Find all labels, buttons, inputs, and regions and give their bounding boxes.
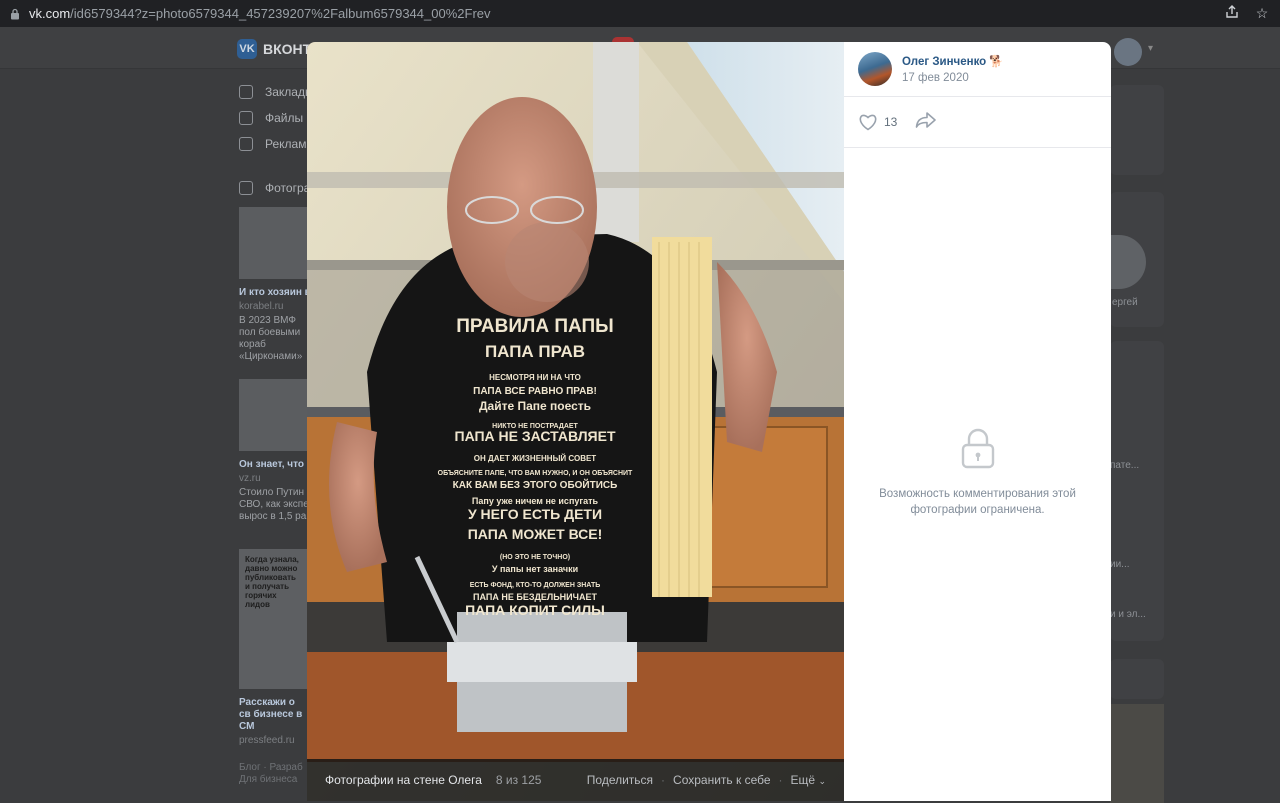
comments-restricted: Возможность комментирования этой фотогра… [844, 427, 1111, 518]
ad-source: vz.ru [239, 473, 261, 484]
ad-image: Когда узнала, давно можно публиковать и … [239, 549, 309, 689]
address-field[interactable]: vk.com /id6579344?z=photo6579344_4572392… [10, 3, 1224, 24]
snippet: ии... [1110, 559, 1130, 570]
chevron-down-icon: ⌄ [818, 776, 826, 786]
ad-title: Расскажи о св бизнесе в СМ [239, 697, 303, 732]
vk-logo[interactable]: VK ВКОНТ [237, 39, 311, 59]
photo[interactable]: ПРАВИЛА ПАПЫ ПАПА ПРАВ НЕСМОТРЯ НИ НА ЧТО П… [307, 42, 844, 801]
left-menu: Закладк Файлы Реклам Фотогра [239, 79, 310, 201]
right-image [1110, 704, 1164, 803]
shirt-print-line: ОБЪЯСНИТЕ ПАПЕ, ЧТО ВАМ НУЖНО, И ОН ОБЪЯ… [438, 470, 633, 477]
more-button[interactable]: Ещё ⌄ [791, 773, 826, 787]
snippet: пате... [1110, 460, 1140, 471]
ad-image [239, 379, 309, 451]
photo-footer: Фотографии на стене Олега 8 из 125 Подел… [307, 759, 844, 801]
share-arrow-icon[interactable] [915, 111, 937, 134]
menu-item-bookmarks[interactable]: Закладк [239, 79, 310, 105]
shirt-print-line: ПАПА КОПИТ СИЛЫ [465, 602, 605, 618]
photo-viewer: ПРАВИЛА ПАПЫ ПАПА ПРАВ НЕСМОТРЯ НИ НА ЧТО П… [307, 42, 1111, 801]
ad-text: Стоило Путин СВО, как экспе вырос в 1,5 … [239, 487, 309, 522]
right-panel: ергей [1110, 192, 1164, 327]
right-panel [1110, 659, 1164, 699]
ad-image [239, 207, 309, 279]
shirt-print-line: ПАПА ВСЕ РАВНО ПРАВ! [473, 386, 597, 397]
ad-title: Он знает, что [239, 459, 304, 470]
shirt-print-line: У НЕГО ЕСТЬ ДЕТИ [468, 506, 602, 522]
vk-logo-text: ВКОНТ [263, 41, 312, 57]
shirt-print-line: ПАПА ПРАВ [485, 342, 585, 361]
share-button[interactable]: Поделиться [587, 773, 653, 787]
megaphone-icon [239, 137, 253, 151]
menu-item-photos[interactable]: Фотогра [239, 175, 310, 201]
lock-icon [10, 8, 20, 20]
author-header: Олег Зинченко 🐕 17 фев 2020 [844, 42, 1111, 97]
bookmark-icon [239, 85, 253, 99]
right-panel [1110, 85, 1164, 175]
file-icon [239, 111, 253, 125]
shirt-print-line: КАК ВАМ БЕЗ ЭТОГО ОБОЙТИСЬ [453, 478, 618, 491]
shirt-print-line: ЕСТЬ ФОНД, КТО-ТО ДОЛЖЕН ЗНАТЬ [470, 582, 601, 589]
shirt-print-line: ПАПА НЕ ЗАСТАВЛЯЕТ [455, 428, 616, 444]
menu-item-files[interactable]: Файлы [239, 105, 310, 131]
like-button[interactable] [858, 113, 878, 131]
shirt-print-line: (НО ЭТО НЕ ТОЧНО) [500, 554, 570, 561]
save-button[interactable]: Сохранить к себе [673, 773, 771, 787]
url-path: /id6579344?z=photo6579344_457239207%2Fal… [70, 6, 491, 21]
ad-block[interactable]: И кто хозяин в korabel.ru В 2023 ВМФ пол… [239, 207, 309, 363]
dog-icon: 🐕 [989, 56, 1004, 68]
shirt-print-line: Папу уже ничем не испугать [472, 496, 599, 506]
shirt-print-line: Дайте Папе поесть [479, 399, 591, 413]
ad-block[interactable]: Он знает, что vz.ru Стоило Путин СВО, ка… [239, 379, 309, 523]
shirt-print-line: ПАПА НЕ БЕЗДЕЛЬНИЧАЕТ [473, 592, 597, 602]
ad-text: В 2023 ВМФ пол боевыми кораб «Цирконами» [239, 315, 303, 362]
avatar[interactable] [858, 52, 892, 86]
browser-url-bar: vk.com /id6579344?z=photo6579344_4572392… [0, 0, 1280, 27]
like-count: 13 [884, 115, 898, 129]
url-host: vk.com [29, 6, 71, 21]
post-date[interactable]: 17 фев 2020 [902, 72, 1004, 84]
photo-sidebar: Олег Зинченко 🐕 17 фев 2020 13 Возможнос… [844, 42, 1111, 801]
album-title[interactable]: Фотографии на стене Олега [325, 773, 482, 787]
snippet: и и эл... [1110, 609, 1146, 620]
ad-source: pressfeed.ru [239, 735, 295, 746]
menu-item-ads[interactable]: Реклам [239, 131, 310, 157]
ad-title: И кто хозяин в [239, 287, 309, 298]
photo-counter: 8 из 125 [495, 773, 542, 787]
friend-name: ергей [1112, 297, 1138, 308]
people-icon [239, 181, 253, 195]
avatar[interactable] [1110, 235, 1146, 289]
shirt-print-line: ПАПА МОЖЕТ ВСЕ! [468, 526, 603, 542]
lock-icon [961, 428, 994, 469]
reactions-bar: 13 [844, 97, 1111, 148]
bookmark-star-icon[interactable]: ☆ [1254, 5, 1270, 22]
ad-block[interactable]: Когда узнала, давно можно публиковать и … [239, 549, 309, 749]
avatar[interactable] [1114, 38, 1142, 66]
shirt-print-line: ОН ДАЕТ ЖИЗНЕННЫЙ СОВЕТ [474, 454, 597, 463]
heart-icon [859, 114, 877, 131]
shirt-print-line: ПРАВИЛА ПАПЫ [456, 316, 613, 337]
ad-source: korabel.ru [239, 301, 284, 312]
restricted-text: Возможность комментирования этой фотогра… [879, 488, 1076, 516]
shirt-print-line: НЕСМОТРЯ НИ НА ЧТО [489, 373, 581, 382]
footer-links[interactable]: Блог · Разраб Для бизнеса [239, 762, 309, 786]
vk-logo-icon: VK [237, 39, 257, 59]
author-name[interactable]: Олег Зинченко 🐕 [902, 54, 1004, 68]
share-page-icon[interactable] [1224, 5, 1240, 22]
right-panel: пате... ии... и и эл... [1110, 341, 1164, 641]
chevron-down-icon[interactable]: ▾ [1148, 43, 1153, 54]
shirt-print-line: У папы нет заначки [492, 564, 578, 574]
